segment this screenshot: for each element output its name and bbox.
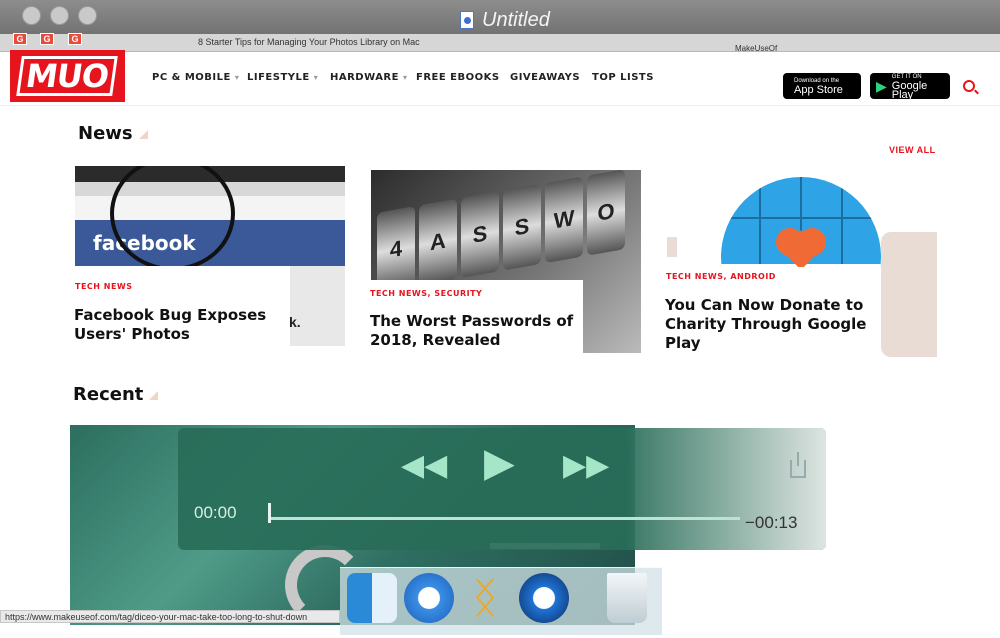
zoom-window-button[interactable] — [78, 6, 97, 25]
nav-lifestyle[interactable]: LIFESTYLE ▾ — [247, 72, 318, 83]
nav-giveaways[interactable]: GIVEAWAYS — [510, 72, 580, 83]
card-title[interactable]: Facebook Bug Exposes Users' Photos — [74, 306, 294, 344]
remaining-time: −00:13 — [745, 513, 798, 532]
nav-free-ebooks[interactable]: FREE EBOOKS — [416, 72, 500, 83]
fast-forward-button[interactable]: ▶▶ — [563, 448, 609, 483]
elapsed-time: 00:00 — [194, 503, 237, 522]
pinned-tab-icon[interactable]: G — [13, 33, 27, 45]
close-window-button[interactable] — [22, 6, 41, 25]
play-store-icon: ▶ — [876, 77, 887, 94]
heart-icon — [776, 228, 826, 270]
tes-butterfly-icon[interactable]: ᛝ — [460, 573, 510, 623]
nav-hardware[interactable]: HARDWARE ▾ — [330, 72, 407, 83]
window-title-text: Untitled — [482, 8, 550, 31]
quicktime-icon[interactable] — [519, 573, 569, 623]
chevron-down-icon: ▾ — [234, 73, 240, 82]
pinned-tab-icon[interactable]: G — [68, 33, 82, 45]
google-play-badge[interactable]: ▶ GET IT ON Google Play — [870, 73, 950, 100]
site-logo[interactable]: MUO — [10, 50, 125, 102]
card-title[interactable]: The Worst Passwords of 2018, Revealed — [370, 312, 590, 350]
screen: { "window": {"title": "Untitled"}, "tabs… — [0, 0, 1000, 638]
card-category[interactable]: TECH NEWS, SECURITY — [370, 289, 482, 298]
nav-top-lists[interactable]: TOP LISTS — [592, 72, 654, 83]
view-all-link[interactable]: VIEW ALL — [889, 145, 936, 155]
card-title[interactable]: You Can Now Donate to Charity Through Goo… — [665, 296, 880, 353]
quicktime-document-icon — [460, 11, 474, 29]
search-icon[interactable] — [963, 80, 975, 92]
scrubber-track[interactable] — [270, 517, 740, 520]
minimize-window-button[interactable] — [50, 6, 69, 25]
news-heading: News — [78, 123, 148, 144]
pinned-tab-icon[interactable]: G — [40, 33, 54, 45]
trash-icon[interactable] — [607, 573, 647, 623]
nav-pc-mobile[interactable]: PC & MOBILE ▾ — [152, 72, 239, 83]
card-category[interactable]: TECH NEWS, ANDROID — [666, 272, 776, 281]
play-button[interactable]: ▶ — [484, 440, 515, 486]
app-store-badge[interactable]: Download on the App Store — [783, 73, 861, 99]
share-icon[interactable] — [790, 452, 806, 478]
browser-tab-bar: 8 Starter Tips for Managing Your Photos … — [0, 34, 1000, 53]
chevron-down-icon: ▾ — [313, 73, 319, 82]
finder-icon[interactable] — [347, 573, 397, 623]
tab-photos-library[interactable]: 8 Starter Tips for Managing Your Photos … — [198, 37, 420, 47]
rewind-button[interactable]: ◀◀ — [401, 448, 447, 483]
window-title: Untitled — [460, 8, 550, 32]
status-bar-url: https://www.makeuseof.com/tag/diceo-your… — [0, 610, 340, 623]
safari-icon[interactable] — [404, 573, 454, 623]
chevron-down-icon: ▾ — [402, 73, 408, 82]
recent-heading: Recent — [73, 384, 159, 405]
card-category[interactable]: TECH NEWS — [75, 282, 133, 291]
scrubber-handle[interactable] — [268, 503, 271, 523]
